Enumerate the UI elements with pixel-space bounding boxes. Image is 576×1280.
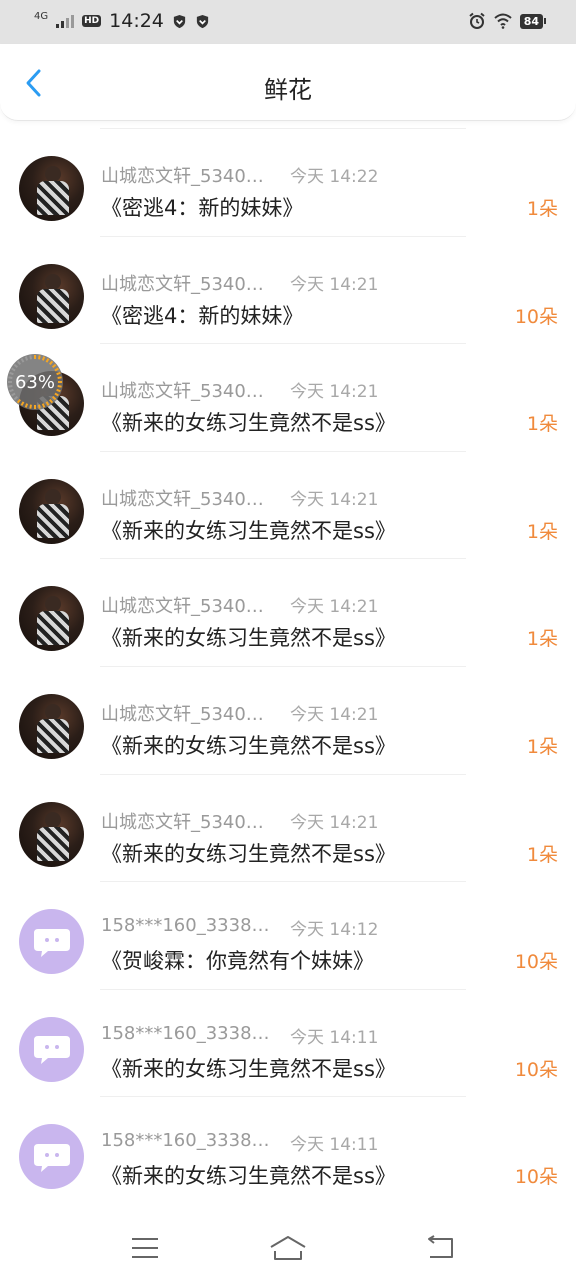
timestamp: 今天 14:22	[290, 167, 379, 187]
wifi-icon	[494, 13, 512, 29]
avatar[interactable]	[19, 909, 84, 975]
flower-count: 10朵	[514, 951, 558, 974]
book-title[interactable]: 《新来的女练习生竟然不是ss》	[101, 622, 396, 652]
username: 山城恋文轩_5340…	[101, 811, 264, 833]
username: 158***160_3338…	[101, 1130, 270, 1152]
book-title[interactable]: 《新来的女练习生竟然不是ss》	[101, 515, 396, 545]
username: 山城恋文轩_5340…	[101, 703, 264, 725]
avatar[interactable]	[19, 1016, 84, 1082]
list-item[interactable]: 158***160_3338… 今天 14:11 《新来的女练习生竟然不是ss》 10…	[0, 988, 576, 1097]
list-item[interactable]: 山城恋文轩_5340… 今天 14:21 《新来的女练习生竟然不是ss》 1朵	[0, 558, 576, 666]
book-title[interactable]: 《新来的女练习生竟然不是ss》	[101, 1160, 396, 1190]
list-item[interactable]: 158***160_3338… 今天 14:11 《新来的女练习生竟然不是ss》 10…	[0, 1096, 576, 1204]
book-title[interactable]: 《新来的女练习生竟然不是ss》	[101, 407, 396, 437]
timestamp: 今天 14:21	[290, 382, 379, 403]
list-item[interactable]: 山城恋文轩_5340… 今天 14:21 《新来的女练习生竟然不是ss》 1朵	[0, 773, 576, 882]
avatar[interactable]	[19, 586, 84, 652]
timestamp: 今天 14:21	[290, 704, 379, 725]
avatar[interactable]	[19, 801, 84, 867]
shield-icon	[173, 14, 186, 28]
timestamp: 今天 14:11	[290, 1135, 379, 1156]
header: 鲜花	[0, 44, 576, 121]
row-divider	[100, 235, 466, 237]
list-item[interactable]: 山城恋文轩_5340… 今天 14:21 《新来的女练习生竟然不是ss》 1朵	[0, 665, 576, 774]
timestamp: 今天 14:11	[290, 1027, 379, 1048]
timestamp: 今天 14:21	[290, 597, 379, 618]
list-item[interactable]: 山城恋文轩_5340… 今天 14:22 《密逃4：新的妹妹》 1朵	[0, 128, 576, 236]
flower-count: 10朵	[514, 1166, 558, 1189]
username: 山城恋文轩_5340…	[101, 166, 264, 187]
back-icon	[428, 1235, 453, 1258]
flower-count: 10朵	[514, 305, 558, 328]
signal-icon	[56, 14, 75, 28]
avatar[interactable]	[19, 263, 84, 329]
system-nav-bar	[0, 1216, 576, 1280]
flower-count: 1朵	[526, 413, 558, 436]
username: 山城恋文轩_5340…	[101, 273, 264, 295]
book-title[interactable]: 《新来的女练习生竟然不是ss》	[101, 1053, 396, 1083]
alarm-icon	[469, 12, 485, 29]
username: 山城恋文轩_5340…	[101, 488, 264, 510]
username: 158***160_3338…	[101, 1022, 270, 1044]
chat-bubble-icon	[33, 1143, 70, 1172]
avatar[interactable]	[19, 156, 84, 221]
flower-count: 1朵	[526, 843, 558, 866]
book-title[interactable]: 《密逃4：新的妹妹》	[101, 300, 303, 330]
book-title[interactable]: 《贺峻霖：你竟然有个妹妹》	[101, 945, 374, 975]
username: 山城恋文轩_5340…	[101, 596, 264, 618]
battery-icon: 84	[519, 13, 546, 29]
progress-badge[interactable]: 63%	[7, 354, 63, 410]
row-divider	[100, 343, 466, 345]
chat-bubble-icon	[33, 928, 70, 957]
list-item[interactable]: 山城恋文轩_5340… 今天 14:21 《新来的女练习生竟然不是ss》 1朵	[0, 343, 576, 451]
home-button[interactable]	[268, 1228, 308, 1268]
timestamp: 今天 14:21	[290, 274, 379, 295]
row-divider	[100, 665, 466, 667]
timestamp: 今天 14:12	[290, 920, 379, 941]
flower-count: 1朵	[526, 735, 558, 758]
network-type: 4G	[34, 11, 49, 22]
menu-icon	[132, 1238, 158, 1258]
avatar[interactable]	[19, 693, 84, 759]
chat-bubble-icon	[33, 1036, 70, 1065]
back-nav-button[interactable]	[420, 1228, 460, 1268]
status-right: 84	[468, 12, 546, 30]
page-title: 鲜花	[264, 76, 312, 104]
timestamp: 今天 14:21	[290, 812, 379, 833]
book-title[interactable]: 《新来的女练习生竟然不是ss》	[101, 730, 396, 760]
book-title[interactable]: 《密逃4：新的妹妹》	[101, 192, 303, 222]
home-icon	[270, 1236, 306, 1260]
avatar[interactable]	[19, 1124, 84, 1190]
hd-icon: HD	[82, 15, 102, 27]
status-bar: 4G HD 14:24 84	[0, 0, 576, 44]
battery-level: 84	[519, 13, 543, 29]
flower-count: 1朵	[526, 520, 558, 543]
row-divider	[100, 558, 466, 560]
flower-count: 1朵	[526, 198, 558, 220]
row-divider	[100, 1096, 466, 1098]
shield-icon	[196, 14, 209, 28]
username: 山城恋文轩_5340…	[101, 381, 264, 403]
list-item[interactable]: 山城恋文轩_5340… 今天 14:21 《新来的女练习生竟然不是ss》 1朵	[0, 450, 576, 559]
row-divider	[100, 128, 466, 129]
list-item[interactable]: 山城恋文轩_5340… 今天 14:21 《密逃4：新的妹妹》 10朵	[0, 235, 576, 344]
username: 158***160_3338…	[101, 915, 270, 937]
status-left: 4G HD 14:24	[34, 10, 210, 32]
book-title[interactable]: 《新来的女练习生竟然不是ss》	[101, 838, 396, 868]
flower-count: 1朵	[526, 628, 558, 651]
row-divider	[100, 773, 466, 775]
list-item[interactable]: 158***160_3338… 今天 14:12 《贺峻霖：你竟然有个妹妹》 10朵	[0, 881, 576, 989]
status-time: 14:24	[109, 10, 164, 32]
avatar[interactable]	[19, 478, 84, 544]
timestamp: 今天 14:21	[290, 489, 379, 510]
row-divider	[100, 450, 466, 452]
gift-record-list[interactable]: 山城恋文轩_5340… 今天 14:22 《密逃4：新的妹妹》 1朵 山城恋文轩_534…	[0, 128, 576, 1204]
flower-count: 10朵	[514, 1058, 558, 1081]
progress-text: 63%	[14, 371, 55, 393]
row-divider	[100, 881, 466, 883]
menu-button[interactable]	[125, 1228, 165, 1268]
row-divider	[100, 988, 466, 990]
